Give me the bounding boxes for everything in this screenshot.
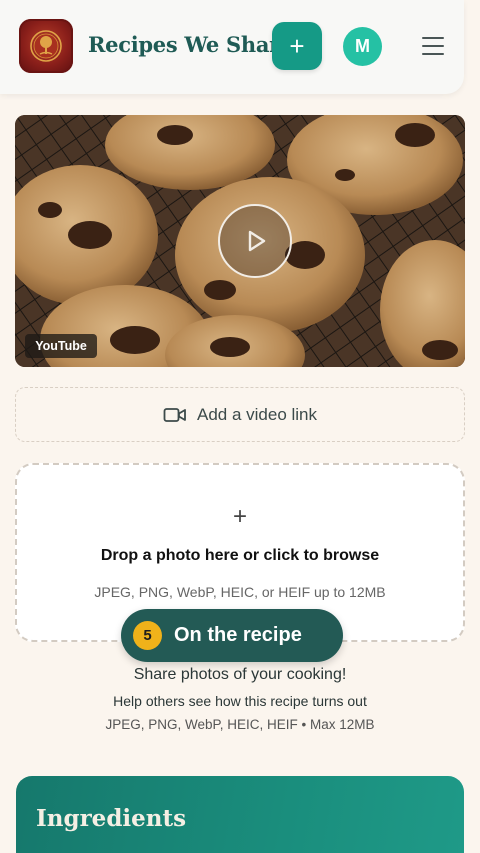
- hamburger-icon: [422, 37, 444, 39]
- help-heading: Share photos of your cooking!: [133, 666, 347, 683]
- youtube-badge: YouTube: [25, 334, 97, 358]
- step-label: On the recipe: [174, 624, 302, 646]
- tree-emblem-icon: [30, 30, 62, 62]
- video-camera-icon: [163, 407, 186, 422]
- user-avatar[interactable]: M: [343, 27, 382, 66]
- dropzone-title: Drop a photo here or click to browse: [100, 547, 380, 564]
- add-video-link-label: Add a video link: [196, 404, 318, 424]
- help-text: Help others see how this recipe turns ou…: [113, 693, 367, 709]
- ingredients-title: Ingredients: [36, 805, 187, 832]
- app-header: Recipes We Share + M: [0, 0, 464, 94]
- video-thumbnail[interactable]: [15, 115, 465, 367]
- add-video-link-button[interactable]: Add a video link: [15, 387, 465, 442]
- step-indicator: 5 On the recipe: [121, 609, 343, 662]
- add-recipe-button[interactable]: +: [272, 22, 322, 70]
- dropzone-formats: JPEG, PNG, WebP, HEIC, or HEIF up to 12M…: [94, 584, 386, 600]
- ingredients-card: Ingredients: [16, 776, 464, 853]
- plus-icon: +: [232, 503, 247, 530]
- brand-title[interactable]: Recipes We Share: [88, 32, 293, 57]
- menu-button[interactable]: [418, 34, 448, 58]
- help-formats: JPEG, PNG, WebP, HEIC, HEIF • Max 12MB: [105, 717, 375, 732]
- step-number: 5: [133, 621, 162, 650]
- app-logo[interactable]: [19, 19, 73, 73]
- play-button[interactable]: [218, 204, 292, 278]
- play-icon: [248, 230, 266, 252]
- plus-icon: +: [289, 30, 305, 61]
